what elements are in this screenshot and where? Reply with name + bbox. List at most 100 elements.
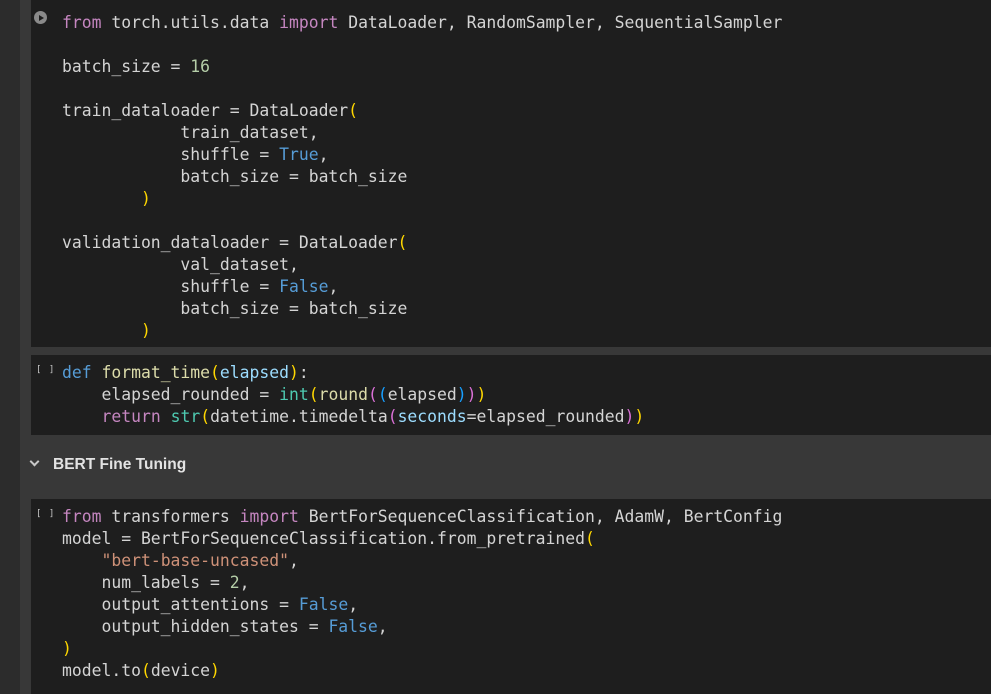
code-token: round bbox=[318, 385, 368, 404]
code-line: return str(datetime.timedelta(seconds=el… bbox=[62, 406, 644, 428]
code-token: ) bbox=[62, 639, 72, 658]
code-token: ) bbox=[456, 385, 467, 404]
code-token: ( bbox=[308, 385, 319, 404]
code-token: , bbox=[377, 617, 388, 636]
code-token: ( bbox=[140, 661, 151, 680]
code-token: ) bbox=[634, 407, 645, 426]
code-token: batch_size = batch_size bbox=[62, 167, 408, 186]
code-cell-format-time[interactable]: [ ] def format_time(elapsed): elapsed_ro… bbox=[31, 355, 991, 435]
code-token: ( bbox=[210, 363, 220, 382]
code-line: from torch.utils.data import DataLoader,… bbox=[62, 12, 782, 34]
code-token: DataLoader, RandomSampler, SequentialSam… bbox=[338, 13, 783, 32]
brackets-icon[interactable]: [ ] bbox=[36, 509, 55, 519]
code-line: output_attentions = False, bbox=[62, 594, 782, 616]
code-token: , bbox=[348, 595, 359, 614]
code-line: train_dataset, bbox=[62, 122, 782, 144]
code-token: format_time bbox=[101, 363, 211, 382]
code-cell-dataloaders[interactable]: from torch.utils.data import DataLoader,… bbox=[31, 0, 991, 347]
section-title: BERT Fine Tuning bbox=[53, 456, 187, 473]
code-token: torch.utils.data bbox=[101, 13, 280, 32]
chevron-down-icon[interactable] bbox=[29, 456, 40, 467]
code-token: import bbox=[279, 13, 339, 32]
code-token: ( bbox=[348, 101, 359, 120]
code-token: , bbox=[318, 145, 329, 164]
code-token: , bbox=[328, 277, 339, 296]
code-token: "bert-base-uncased" bbox=[101, 551, 289, 570]
code-token: train_dataset, bbox=[62, 123, 319, 142]
code-token: val_dataset, bbox=[62, 255, 299, 274]
code-editor[interactable]: from torch.utils.data import DataLoader,… bbox=[62, 12, 782, 342]
code-line: batch_size = 16 bbox=[62, 56, 782, 78]
code-line: elapsed_rounded = int(round((elapsed))) bbox=[62, 384, 644, 406]
code-cell-bert-model[interactable]: [ ] from transformers import BertForSequ… bbox=[31, 499, 991, 694]
code-token: num_labels = bbox=[62, 573, 230, 592]
code-token: False bbox=[328, 617, 378, 636]
code-token: 2 bbox=[229, 573, 240, 592]
code-line: ) bbox=[62, 320, 782, 342]
code-token: def bbox=[62, 363, 92, 382]
code-token: shuffle = bbox=[62, 145, 280, 164]
code-token: ( bbox=[367, 385, 378, 404]
code-line: batch_size = batch_size bbox=[62, 166, 782, 188]
code-token: =elapsed_rounded bbox=[466, 407, 625, 426]
notebook-gutter bbox=[0, 0, 20, 694]
brackets-icon[interactable]: [ ] bbox=[36, 365, 55, 375]
code-editor[interactable]: def format_time(elapsed): elapsed_rounde… bbox=[62, 362, 644, 428]
code-token: output_hidden_states = bbox=[62, 617, 329, 636]
code-line: train_dataloader = DataLoader( bbox=[62, 100, 782, 122]
code-token: ( bbox=[200, 407, 211, 426]
code-token: ) bbox=[624, 407, 635, 426]
code-token: ( bbox=[377, 385, 388, 404]
code-token: ) bbox=[476, 385, 487, 404]
code-token: model = BertForSequenceClassification.fr… bbox=[62, 529, 586, 548]
code-line: model.to(device) bbox=[62, 660, 782, 682]
code-line: from transformers import BertForSequence… bbox=[62, 506, 782, 528]
code-line: model = BertForSequenceClassification.fr… bbox=[62, 528, 782, 550]
code-token: , bbox=[239, 573, 250, 592]
code-token: ) bbox=[466, 385, 477, 404]
code-token: seconds bbox=[397, 407, 467, 426]
code-token: elapsed bbox=[219, 363, 289, 382]
play-icon[interactable] bbox=[34, 11, 47, 24]
code-editor[interactable]: from transformers import BertForSequence… bbox=[62, 506, 782, 682]
code-token: output_attentions = bbox=[62, 595, 299, 614]
code-line: shuffle = True, bbox=[62, 144, 782, 166]
code-token: ) bbox=[210, 661, 220, 680]
code-line: val_dataset, bbox=[62, 254, 782, 276]
code-token: str bbox=[170, 407, 201, 426]
code-token: ) bbox=[62, 189, 151, 208]
code-line: validation_dataloader = DataLoader( bbox=[62, 232, 782, 254]
code-token: int bbox=[279, 385, 309, 404]
code-token: return bbox=[101, 407, 161, 426]
code-token: BertForSequenceClassification, AdamW, Be… bbox=[298, 507, 783, 526]
code-token: True bbox=[279, 145, 319, 164]
code-token: ( bbox=[397, 233, 408, 252]
code-token: device bbox=[150, 661, 211, 680]
code-token: validation_dataloader = DataLoader bbox=[62, 233, 398, 252]
code-token: elapsed_rounded = bbox=[62, 385, 280, 404]
code-token: ( bbox=[585, 529, 595, 548]
code-token: batch_size = batch_size bbox=[62, 299, 408, 318]
code-line: ) bbox=[62, 188, 782, 210]
code-token: import bbox=[239, 507, 299, 526]
code-token: ) bbox=[289, 363, 299, 382]
code-token: elapsed bbox=[387, 385, 457, 404]
code-token: shuffle = bbox=[62, 277, 280, 296]
code-token: False bbox=[279, 277, 329, 296]
code-token: batch_size = bbox=[62, 57, 191, 76]
code-token: datetime.timedelta bbox=[210, 407, 388, 426]
code-line: def format_time(elapsed): bbox=[62, 362, 644, 384]
code-token: False bbox=[298, 595, 349, 614]
code-token: 16 bbox=[190, 57, 211, 76]
code-token: train_dataloader = DataLoader bbox=[62, 101, 349, 120]
code-token: ) bbox=[62, 321, 151, 340]
code-line: ) bbox=[62, 638, 782, 660]
code-token: : bbox=[298, 363, 309, 382]
code-token: model.to bbox=[62, 661, 141, 680]
